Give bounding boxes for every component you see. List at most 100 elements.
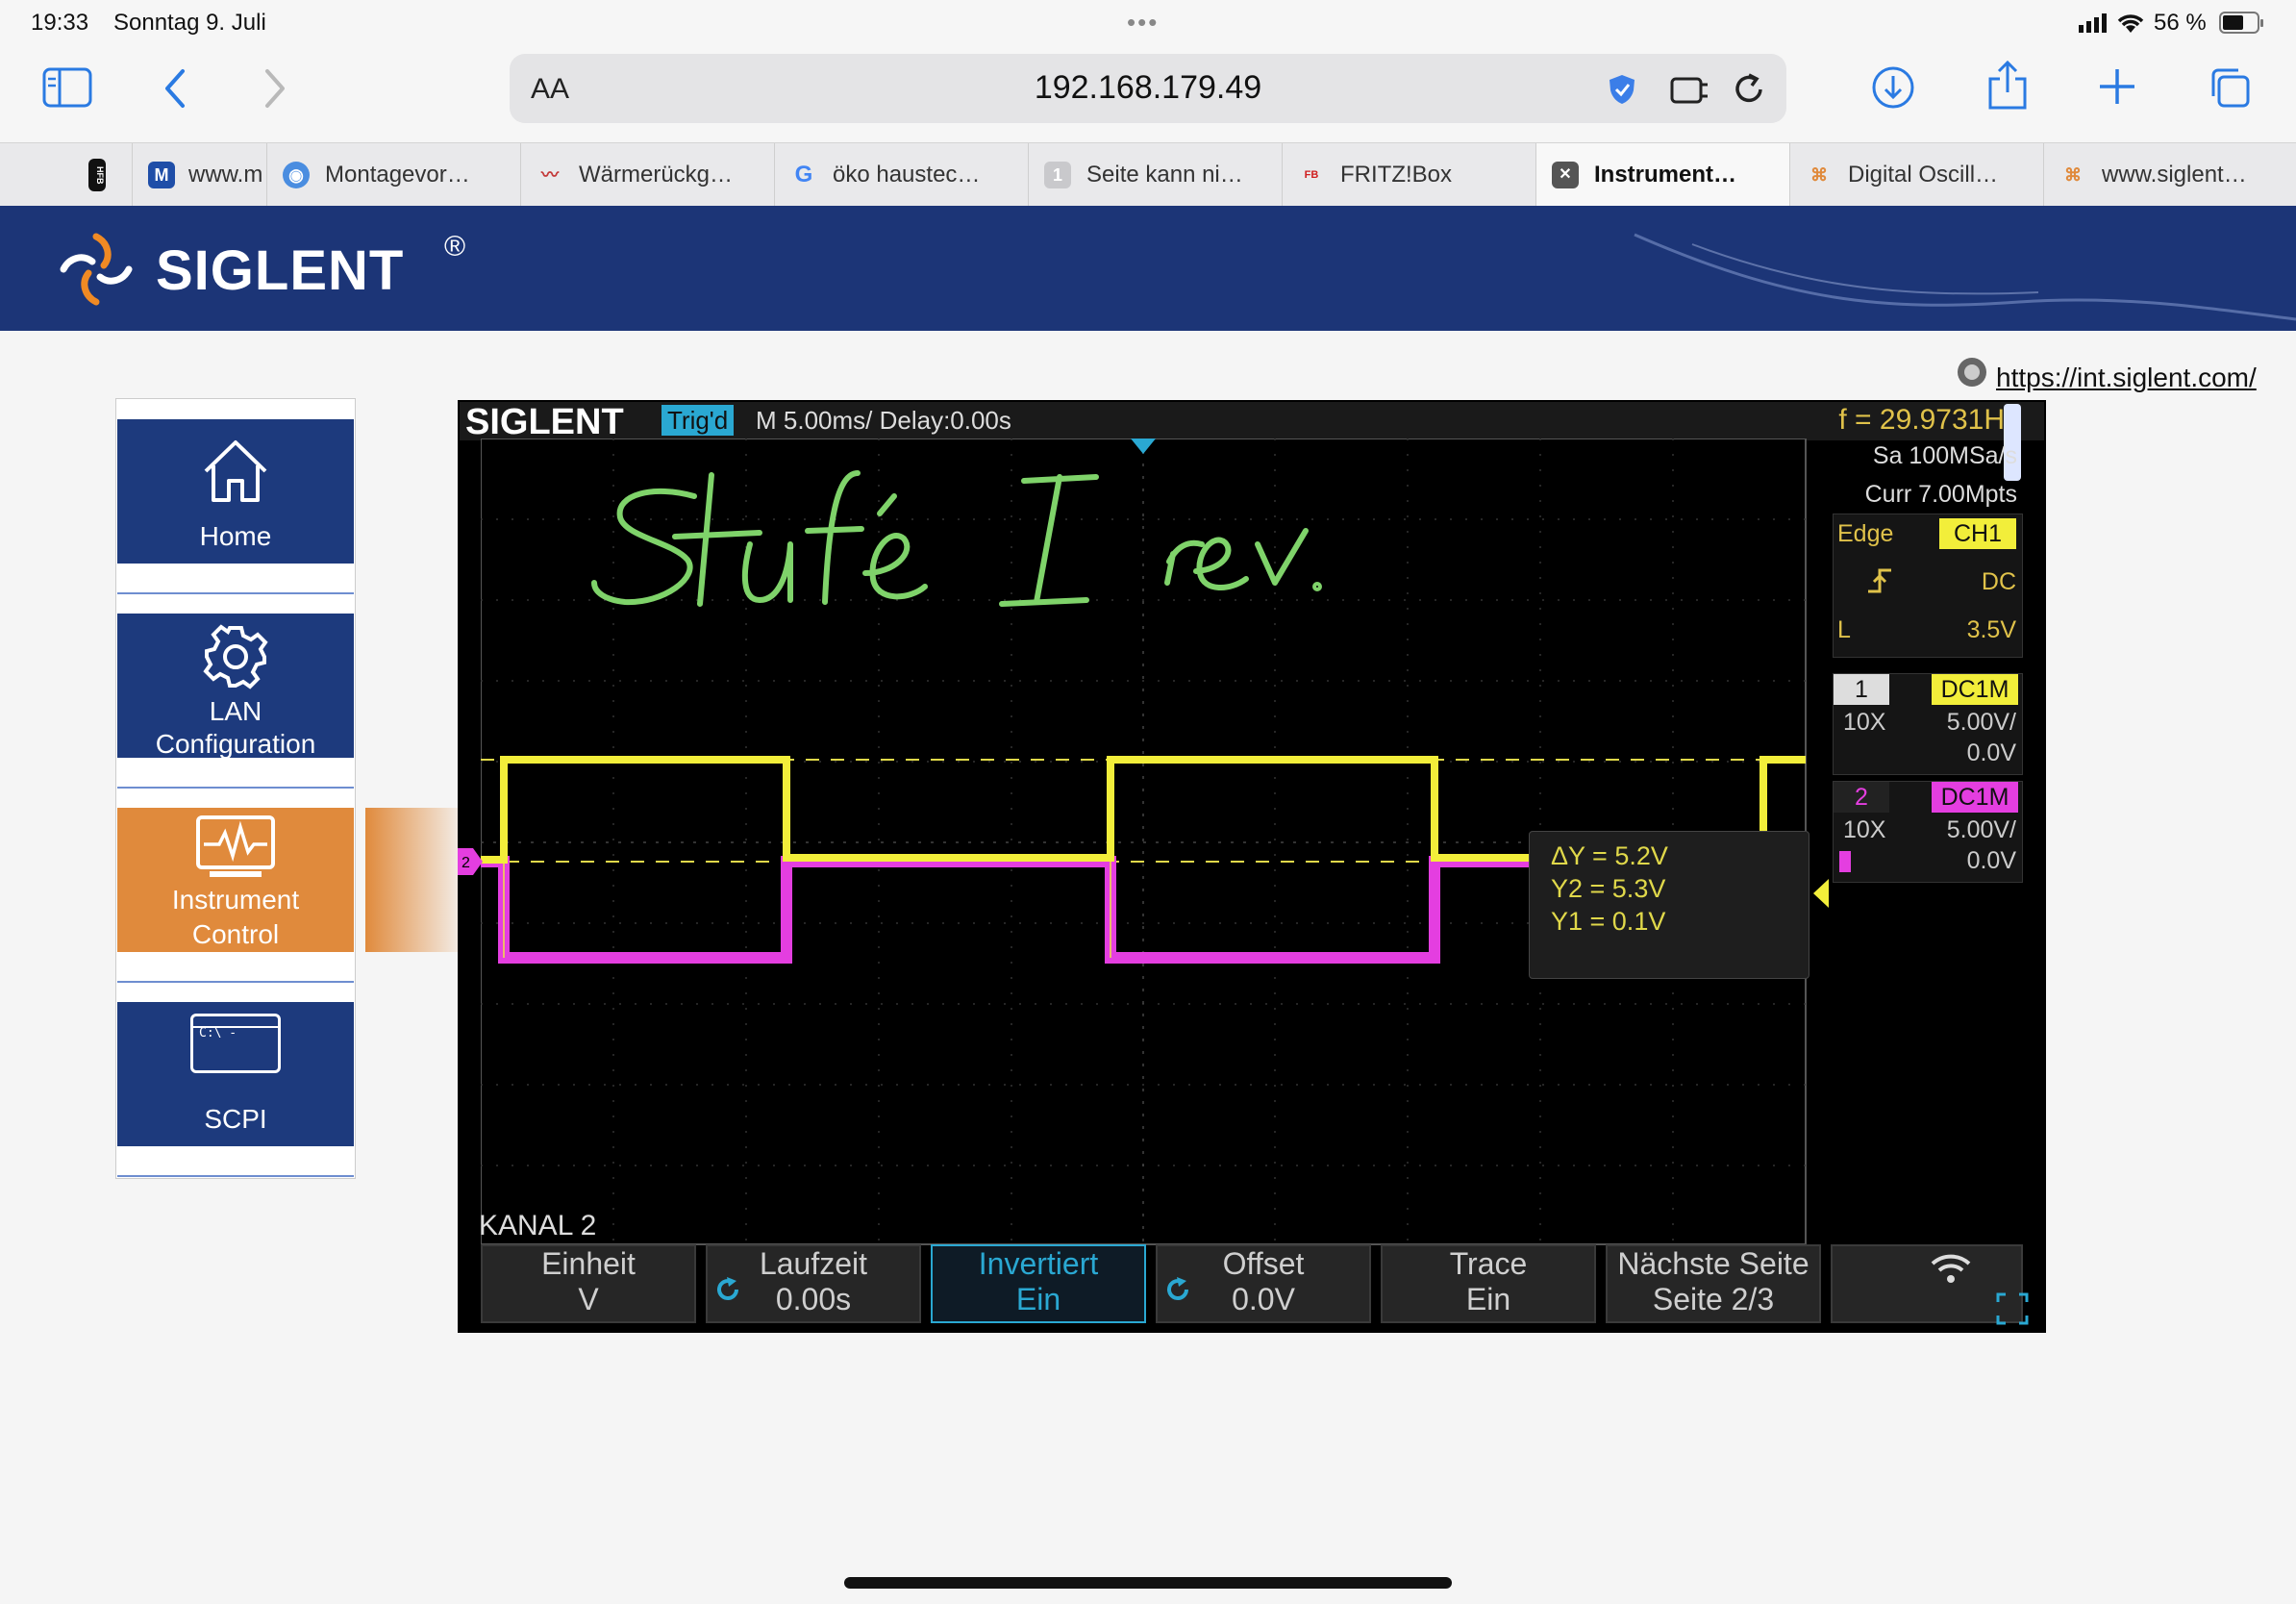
softkey-label: Einheit	[541, 1246, 636, 1281]
close-tab-icon[interactable]: ✕	[1552, 162, 1579, 188]
nav-scpi-label: SCPI	[204, 1104, 267, 1134]
softkey-offset[interactable]: Offset 0.0V	[1156, 1244, 1371, 1323]
trigger-level: 3.5V	[1966, 616, 2016, 643]
siglent-link[interactable]: https://int.siglent.com/	[1996, 363, 2257, 393]
fullscreen-icon[interactable]	[1996, 1292, 2029, 1325]
forward-icon[interactable]	[262, 67, 288, 110]
softkey-value: Ein	[1015, 1282, 1061, 1316]
sample-rate: Sa 100MSa/s	[1872, 442, 2017, 469]
cellular-signal-icon	[2079, 13, 2107, 33]
softkey-label: Nächste Seite	[1617, 1246, 1809, 1281]
trigger-type: Edge	[1837, 520, 1894, 547]
divider	[117, 787, 354, 789]
divider	[117, 1175, 354, 1177]
rotate-knob-icon	[717, 1277, 738, 1300]
nav-instrument-control[interactable]: Instrument Control	[117, 808, 354, 952]
sidebar-toggle-icon[interactable]	[42, 67, 92, 108]
terminal-icon: C:\ -	[190, 1014, 281, 1073]
scope-screen[interactable]: SIGLENT Trig'd M 5.00ms/ Delay:0.00s f =…	[458, 400, 2046, 1333]
tab-title: Digital Oscill…	[1848, 162, 1999, 188]
status-date: Sonntag 9. Juli	[113, 10, 266, 36]
back-icon[interactable]	[162, 67, 188, 110]
softkey-einheit[interactable]: Einheit V	[481, 1244, 696, 1323]
tab-title: www.m	[188, 162, 263, 188]
monitor-pulse-icon	[196, 815, 275, 877]
svg-text:2: 2	[462, 855, 470, 871]
tab-7-active[interactable]: ✕ Instrument…	[1536, 143, 1790, 207]
favicon: G	[794, 162, 813, 188]
ch1-panel[interactable]: 1 DC1M 10X 5.00V/ 0.0V	[1833, 673, 2023, 775]
nav-instrument-label-2: Control	[191, 919, 280, 949]
status-time: 19:33	[31, 10, 89, 36]
memory-depth: Curr 7.00Mpts	[1864, 481, 2017, 508]
tab-0[interactable]: HFB	[0, 143, 133, 207]
ch2-number: 2	[1834, 782, 1889, 813]
ch2-probe: 10X	[1843, 816, 1886, 843]
site-header: SIGLENT ®	[0, 206, 2296, 331]
share-icon[interactable]	[1986, 60, 2029, 112]
reload-icon[interactable]	[1731, 71, 1767, 108]
softkey-invertiert[interactable]: Invertiert Ein	[931, 1244, 1146, 1323]
terminal-prompt: C:\ -	[199, 1026, 237, 1040]
softkey-laufzeit[interactable]: Laufzeit 0.00s	[706, 1244, 921, 1323]
new-tab-icon[interactable]	[2098, 67, 2136, 106]
cursor-y1: Y1 = 0.1V	[1551, 907, 1666, 936]
tab-bar: HFB M www.m ◉ Montagevor… 〰 Wärmerückg… …	[0, 142, 2296, 207]
handwritten-annotation	[591, 470, 1322, 607]
globe-icon	[1958, 358, 1986, 387]
nav-home[interactable]: Home	[117, 419, 354, 564]
nav-lan-configuration[interactable]: LAN Configuration	[117, 614, 354, 759]
divider	[117, 981, 354, 983]
battery-icon	[2219, 12, 2263, 34]
softkey-label: Trace	[1449, 1246, 1528, 1281]
ch2-ground-marker: 2	[458, 848, 483, 875]
status-bar: 19:33 Sonntag 9. Juli ••• 56 %	[0, 0, 2296, 46]
home-icon	[204, 440, 267, 502]
active-indicator	[365, 808, 458, 952]
multitask-dots-icon[interactable]: •••	[1127, 8, 1159, 38]
tab-title: öko haustec…	[833, 162, 981, 188]
tab-9[interactable]: ⌘ www.siglent…	[2044, 143, 2296, 207]
tab-1[interactable]: M www.m	[133, 143, 267, 207]
tab-3[interactable]: 〰 Wärmerückg…	[521, 143, 775, 207]
tab-overview-icon[interactable]	[2208, 65, 2252, 110]
tab-8[interactable]: ⌘ Digital Oscill…	[1790, 143, 2044, 207]
softkey-next-page[interactable]: Nächste Seite Seite 2/3	[1606, 1244, 1821, 1323]
tab-6[interactable]: FB FRITZ!Box	[1283, 143, 1536, 207]
address-bar[interactable]: AA 192.168.179.49	[510, 54, 1786, 123]
downloads-icon[interactable]	[1871, 65, 1915, 110]
timebase-readout: M 5.00ms/ Delay:0.00s	[756, 406, 1011, 435]
battery-percent: 56 %	[2154, 10, 2207, 36]
softkey-value: Ein	[1465, 1282, 1511, 1316]
wifi-icon	[2117, 14, 2144, 33]
tab-2[interactable]: ◉ Montagevor…	[267, 143, 521, 207]
tab-title: Seite kann ni…	[1086, 162, 1243, 188]
rising-edge-icon	[1868, 568, 1891, 593]
gear-icon	[203, 624, 268, 689]
ch1-coupling: DC1M	[1932, 674, 2018, 705]
frequency-readout: f = 29.9731Hz	[1838, 404, 2019, 436]
nav-instrument-label-1: Instrument	[171, 885, 300, 915]
softkey-value: V	[578, 1282, 599, 1316]
tab-4[interactable]: G öko haustec…	[775, 143, 1029, 207]
softkey-trace[interactable]: Trace Ein	[1381, 1244, 1596, 1323]
softkey-network[interactable]	[1831, 1244, 2023, 1323]
scope-logo: SIGLENT	[465, 402, 624, 442]
extension-icon[interactable]	[1669, 71, 1711, 108]
favicon: HFB	[88, 159, 106, 191]
cursor-delta-y: ΔY = 5.2V	[1551, 841, 1668, 870]
divider	[117, 592, 354, 594]
favicon: 〰	[541, 165, 559, 185]
favicon: FB	[1304, 169, 1319, 181]
nav-scpi[interactable]: C:\ - SCPI	[117, 1002, 354, 1146]
tab-title: FRITZ!Box	[1340, 162, 1453, 188]
tab-title: Instrument…	[1594, 162, 1737, 188]
siglent-logo-icon	[60, 233, 133, 306]
privacy-shield-icon[interactable]	[1608, 73, 1636, 106]
trigger-status-badge: Trig'd	[661, 405, 735, 436]
tab-5[interactable]: 1 Seite kann ni…	[1029, 143, 1283, 207]
softkey-value: Seite 2/3	[1652, 1282, 1775, 1316]
ch2-panel[interactable]: 2 DC1M 10X 5.00V/ 0.0V	[1833, 781, 2023, 883]
trigger-panel[interactable]: Edge CH1 DC L 3.5V	[1833, 514, 2023, 658]
ch1-number: 1	[1834, 674, 1889, 705]
